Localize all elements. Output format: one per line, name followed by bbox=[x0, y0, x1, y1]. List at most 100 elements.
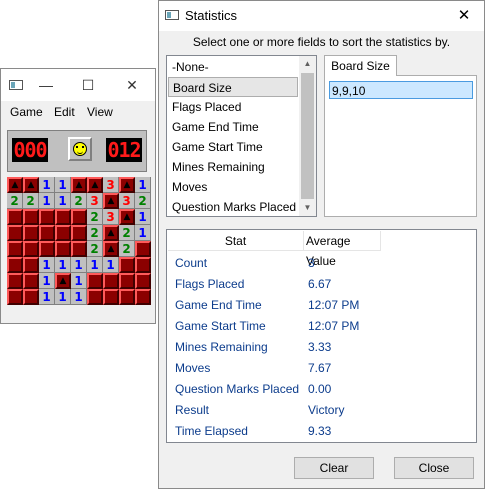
close-icon[interactable]: ✕ bbox=[452, 4, 476, 28]
menu-game[interactable]: Game bbox=[10, 105, 43, 119]
closed-cell[interactable] bbox=[39, 209, 55, 225]
closed-cell[interactable] bbox=[87, 273, 103, 289]
flag-icon[interactable]: ▲ bbox=[103, 241, 119, 257]
number-cell[interactable]: 2 bbox=[7, 193, 23, 209]
number-cell[interactable]: 1 bbox=[71, 273, 87, 289]
number-cell[interactable]: 1 bbox=[39, 257, 55, 273]
number-cell[interactable]: 2 bbox=[119, 241, 135, 257]
closed-cell[interactable] bbox=[7, 257, 23, 273]
closed-cell[interactable] bbox=[103, 273, 119, 289]
menu-view[interactable]: View bbox=[87, 105, 113, 119]
number-cell[interactable]: 2 bbox=[23, 193, 39, 209]
number-cell[interactable]: 2 bbox=[87, 241, 103, 257]
scroll-thumb[interactable] bbox=[301, 73, 314, 199]
closed-cell[interactable] bbox=[23, 209, 39, 225]
number-cell[interactable]: 1 bbox=[55, 193, 71, 209]
number-cell[interactable]: 1 bbox=[39, 273, 55, 289]
field-item-flags-placed[interactable]: Flags Placed bbox=[168, 97, 298, 117]
field-item-mines-remaining[interactable]: Mines Remaining bbox=[168, 157, 298, 177]
flag-icon[interactable]: ▲ bbox=[71, 177, 87, 193]
close-button[interactable]: Close bbox=[394, 457, 474, 479]
minesweeper-title-bar[interactable]: — ☐ ✕ bbox=[1, 69, 155, 101]
number-cell[interactable]: 2 bbox=[119, 225, 135, 241]
maximize-icon[interactable]: ☐ bbox=[75, 73, 101, 97]
number-cell[interactable]: 1 bbox=[135, 209, 151, 225]
tab-board-size[interactable]: Board Size bbox=[324, 55, 397, 76]
closed-cell[interactable] bbox=[39, 225, 55, 241]
flag-icon[interactable]: ▲ bbox=[119, 177, 135, 193]
closed-cell[interactable] bbox=[7, 241, 23, 257]
field-item-game-end-time[interactable]: Game End Time bbox=[168, 117, 298, 137]
number-cell[interactable]: 2 bbox=[135, 193, 151, 209]
closed-cell[interactable] bbox=[7, 225, 23, 241]
number-cell[interactable]: 2 bbox=[87, 225, 103, 241]
closed-cell[interactable] bbox=[55, 225, 71, 241]
number-cell[interactable]: 3 bbox=[103, 177, 119, 193]
number-cell[interactable]: 3 bbox=[87, 193, 103, 209]
number-cell[interactable]: 2 bbox=[71, 193, 87, 209]
flag-icon[interactable]: ▲ bbox=[23, 177, 39, 193]
number-cell[interactable]: 1 bbox=[87, 257, 103, 273]
close-icon[interactable]: ✕ bbox=[119, 73, 145, 97]
number-cell[interactable]: 1 bbox=[135, 225, 151, 241]
closed-cell[interactable] bbox=[71, 241, 87, 257]
closed-cell[interactable] bbox=[23, 289, 39, 305]
closed-cell[interactable] bbox=[119, 273, 135, 289]
field-item-question-marks-placed[interactable]: Question Marks Placed bbox=[168, 197, 298, 217]
number-cell[interactable]: 2 bbox=[87, 209, 103, 225]
closed-cell[interactable] bbox=[135, 273, 151, 289]
closed-cell[interactable] bbox=[119, 257, 135, 273]
flag-icon[interactable]: ▲ bbox=[103, 225, 119, 241]
closed-cell[interactable] bbox=[23, 225, 39, 241]
number-cell[interactable]: 1 bbox=[71, 289, 87, 305]
number-cell[interactable]: 1 bbox=[39, 193, 55, 209]
sort-value-item[interactable]: 9,9,10 bbox=[329, 81, 473, 99]
field-item-none[interactable]: -None- bbox=[168, 57, 298, 77]
scroll-down-icon[interactable]: ▼ bbox=[299, 200, 316, 216]
number-cell[interactable]: 1 bbox=[39, 289, 55, 305]
flag-icon[interactable]: ▲ bbox=[55, 273, 71, 289]
minimize-icon[interactable]: — bbox=[33, 73, 59, 97]
number-cell[interactable]: 1 bbox=[39, 177, 55, 193]
number-cell[interactable]: 1 bbox=[55, 177, 71, 193]
number-cell[interactable]: 1 bbox=[103, 257, 119, 273]
field-item-board-size[interactable]: Board Size bbox=[168, 77, 298, 97]
field-item-game-start-time[interactable]: Game Start Time bbox=[168, 137, 298, 157]
flag-icon[interactable]: ▲ bbox=[7, 177, 23, 193]
closed-cell[interactable] bbox=[119, 289, 135, 305]
closed-cell[interactable] bbox=[71, 225, 87, 241]
number-cell[interactable]: 1 bbox=[71, 257, 87, 273]
closed-cell[interactable] bbox=[71, 209, 87, 225]
closed-cell[interactable] bbox=[7, 273, 23, 289]
flag-icon[interactable]: ▲ bbox=[103, 193, 119, 209]
closed-cell[interactable] bbox=[55, 241, 71, 257]
closed-cell[interactable] bbox=[87, 289, 103, 305]
statistics-title-bar[interactable]: Statistics ✕ bbox=[159, 1, 484, 31]
clear-button[interactable]: Clear bbox=[294, 457, 374, 479]
field-item-moves[interactable]: Moves bbox=[168, 177, 298, 197]
closed-cell[interactable] bbox=[23, 241, 39, 257]
column-header-stat[interactable]: Stat bbox=[168, 231, 304, 251]
closed-cell[interactable] bbox=[7, 209, 23, 225]
number-cell[interactable]: 3 bbox=[119, 193, 135, 209]
closed-cell[interactable] bbox=[23, 273, 39, 289]
closed-cell[interactable] bbox=[23, 257, 39, 273]
closed-cell[interactable] bbox=[39, 241, 55, 257]
menu-edit[interactable]: Edit bbox=[54, 105, 75, 119]
flag-icon[interactable]: ▲ bbox=[87, 177, 103, 193]
flag-icon[interactable]: ▲ bbox=[119, 209, 135, 225]
closed-cell[interactable] bbox=[135, 241, 151, 257]
closed-cell[interactable] bbox=[55, 209, 71, 225]
number-cell[interactable]: 1 bbox=[55, 257, 71, 273]
scroll-up-icon[interactable]: ▲ bbox=[299, 56, 316, 72]
number-cell[interactable]: 3 bbox=[103, 209, 119, 225]
sort-fields-list[interactable]: -None- Board Size Flags Placed Game End … bbox=[166, 55, 317, 217]
number-cell[interactable]: 1 bbox=[55, 289, 71, 305]
number-cell[interactable]: 1 bbox=[135, 177, 151, 193]
closed-cell[interactable] bbox=[135, 289, 151, 305]
closed-cell[interactable] bbox=[135, 257, 151, 273]
closed-cell[interactable] bbox=[103, 289, 119, 305]
fields-scrollbar[interactable]: ▲ ▼ bbox=[299, 56, 316, 216]
closed-cell[interactable] bbox=[7, 289, 23, 305]
smiley-face-button[interactable] bbox=[68, 137, 92, 161]
